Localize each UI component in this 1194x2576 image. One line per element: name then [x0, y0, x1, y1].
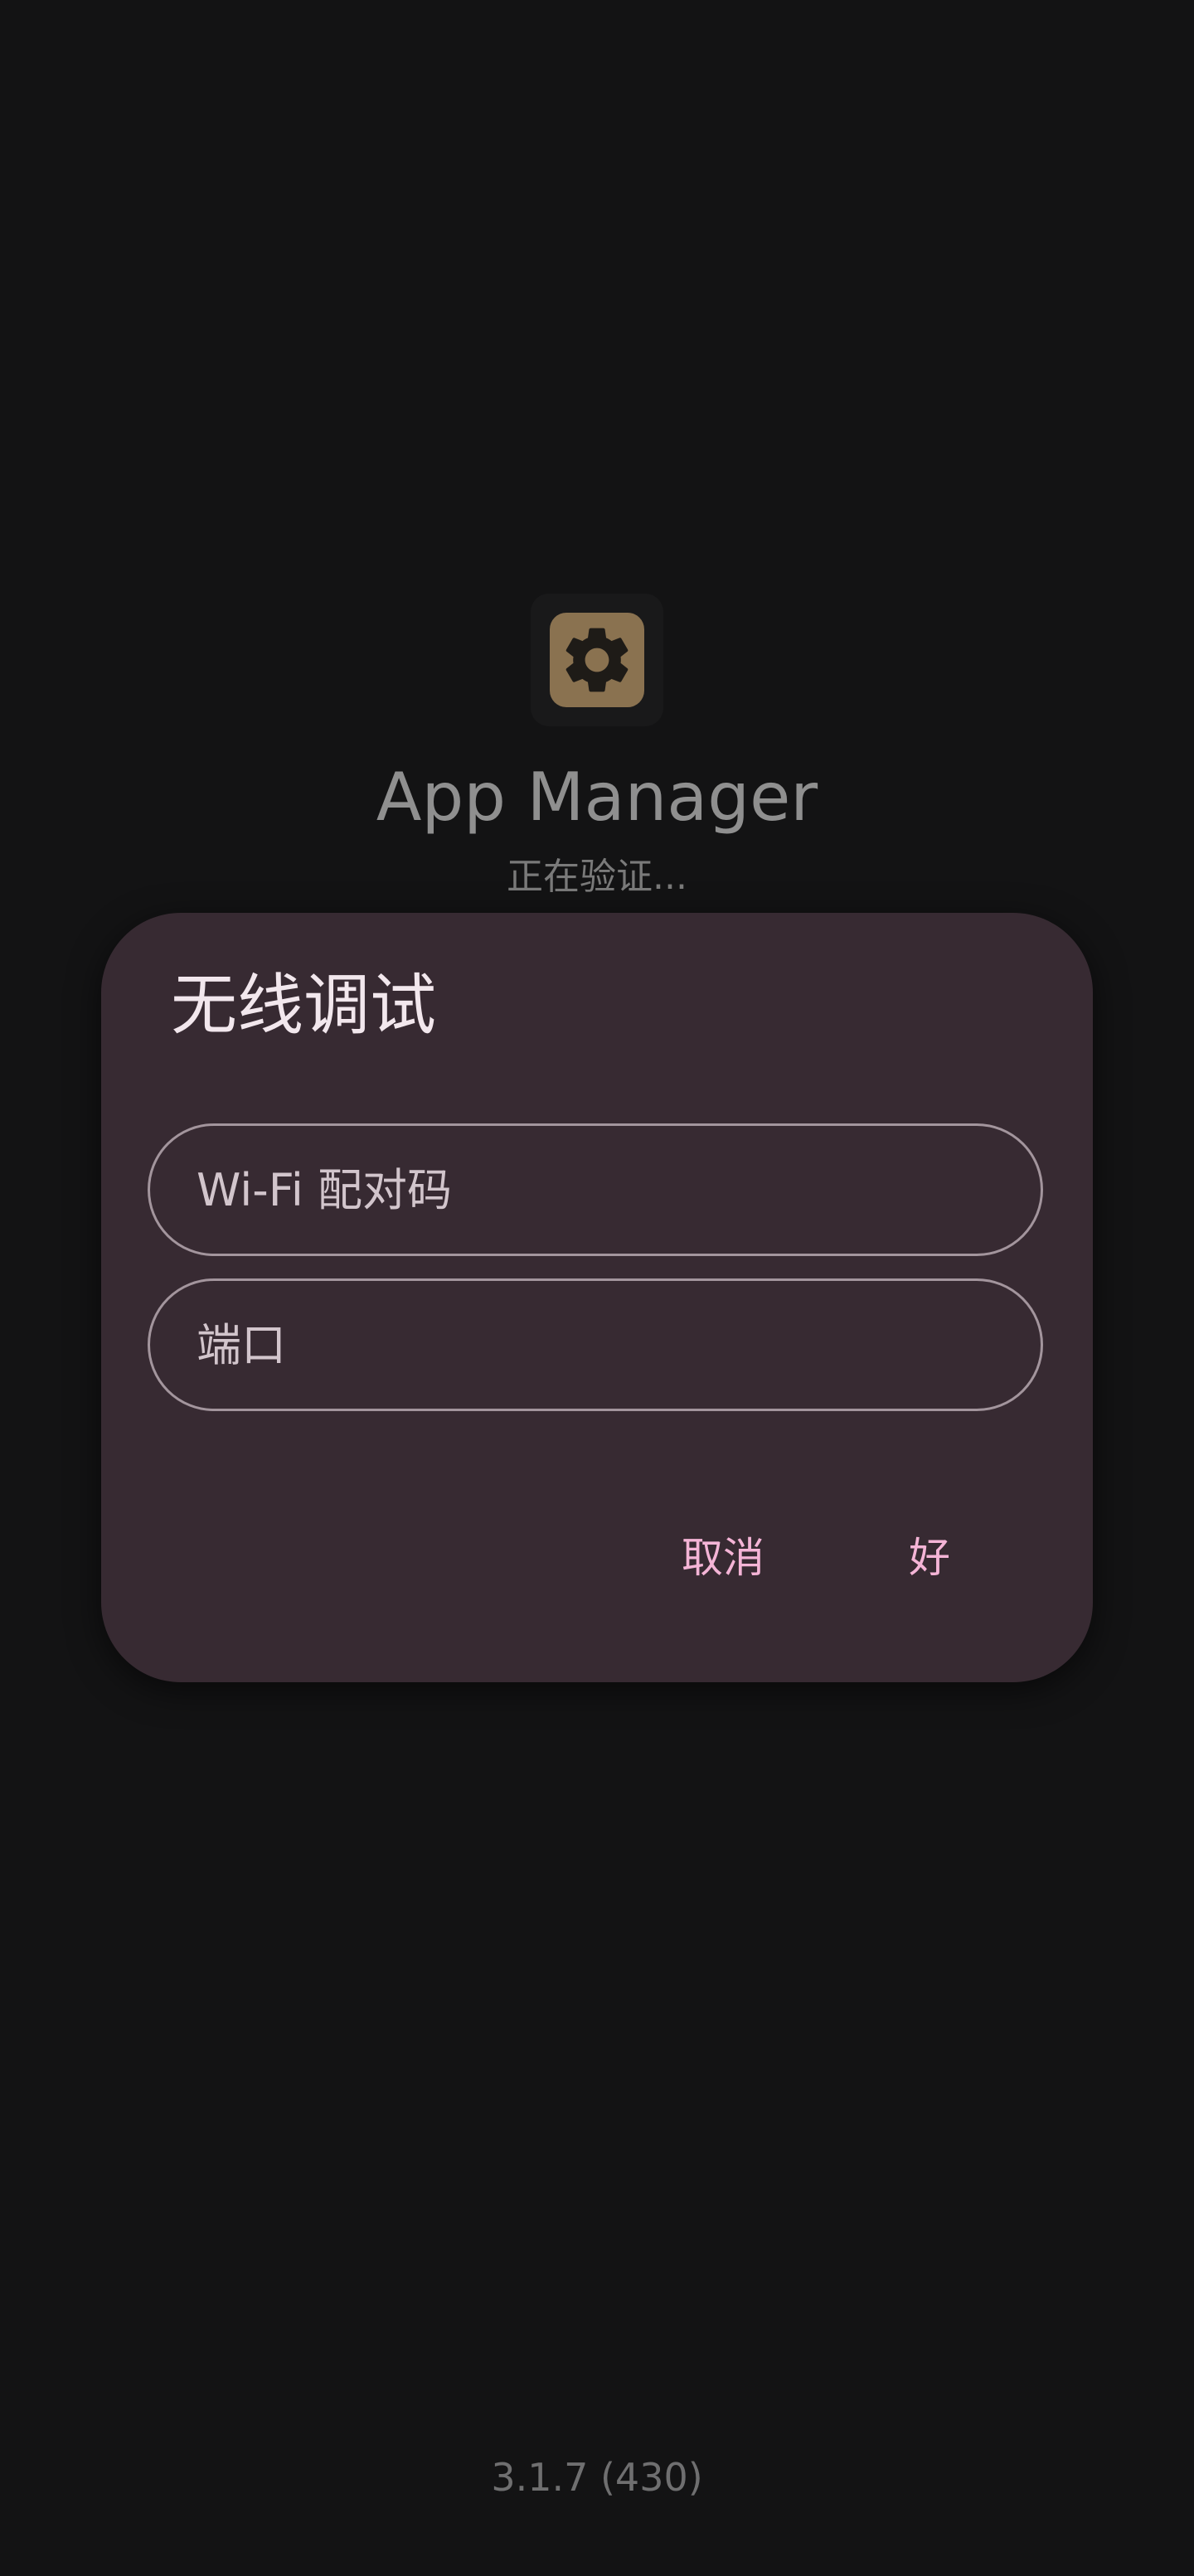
app-name: App Manager [376, 759, 818, 836]
wifi-pairing-code-input[interactable] [150, 1126, 1041, 1254]
dialog-title: 无线调试 [171, 967, 436, 1044]
wifi-pairing-code-field[interactable] [148, 1123, 1043, 1256]
ok-button[interactable]: 好 [889, 1516, 970, 1599]
version-label: 3.1.7 (430) [491, 2455, 703, 2500]
gear-icon [550, 613, 644, 707]
status-text: 正在验证... [507, 856, 687, 898]
wireless-debugging-dialog: 无线调试 取消 好 [101, 913, 1093, 1682]
port-field[interactable] [148, 1278, 1043, 1411]
app-icon [531, 594, 663, 726]
port-input[interactable] [150, 1281, 1041, 1409]
cancel-button[interactable]: 取消 [662, 1516, 784, 1599]
